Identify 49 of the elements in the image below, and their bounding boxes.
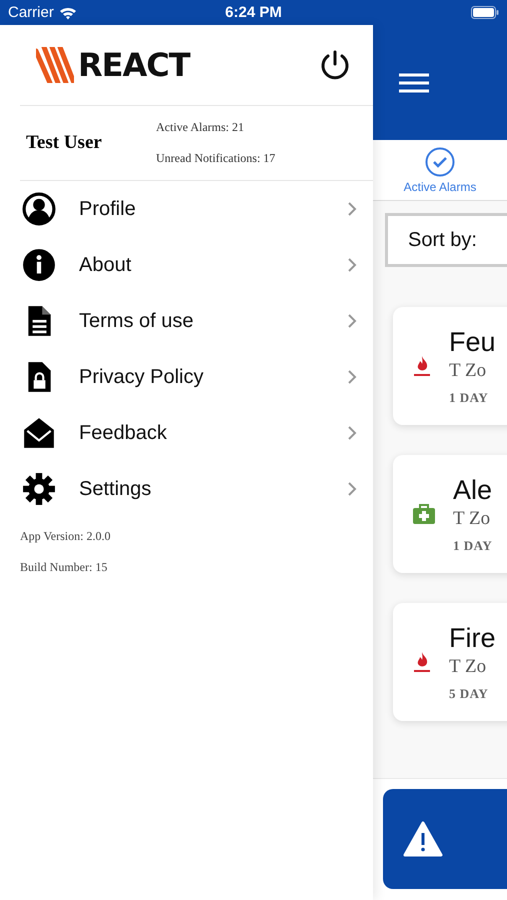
unread-notifications-count: Unread Notifications: 17	[156, 151, 276, 166]
check-circle-icon	[425, 146, 455, 176]
flame-icon	[413, 651, 431, 673]
carrier-label: Carrier	[8, 4, 54, 21]
build-number: Build Number: 15	[19, 560, 108, 575]
tab[interactable]: Active Alarms	[373, 140, 507, 200]
envelope-icon	[22, 416, 56, 450]
alarm-card[interactable]: Feu T Zo 1 DAY	[393, 307, 507, 425]
menu-item[interactable]: About	[0, 237, 373, 293]
user-name: Test User	[25, 132, 103, 154]
alarm-age: 1 DAY	[453, 538, 492, 554]
gear-icon	[22, 472, 56, 506]
menu-item[interactable]: Terms of use	[0, 293, 373, 349]
alarm-title: Feu	[449, 326, 496, 358]
wifi-icon	[58, 6, 77, 20]
info-icon	[22, 248, 56, 282]
warning-icon	[403, 821, 443, 857]
alert-button[interactable]	[383, 789, 507, 889]
app-logo: REACT	[78, 46, 190, 84]
alarm-card[interactable]: Fire T Zo 5 DAY	[393, 603, 507, 721]
menu-item[interactable]: Settings	[0, 461, 373, 517]
menu-item[interactable]: Feedback	[0, 405, 373, 461]
alarm-title: Fire	[449, 622, 496, 654]
app-version: App Version: 2.0.0	[19, 529, 112, 544]
clock: 6:24 PM	[225, 4, 282, 21]
alarm-zone: T Zo	[449, 656, 488, 678]
power-icon[interactable]	[319, 49, 351, 81]
alarm-age: 1 DAY	[449, 390, 490, 406]
chevron-icon	[347, 369, 357, 385]
alarm-card[interactable]: Ale T Zo 1 DAY	[393, 455, 507, 573]
flame-icon	[413, 355, 431, 377]
alarm-age: 5 DAY	[449, 686, 490, 702]
active-alarms-count: Active Alarms: 21	[156, 120, 245, 135]
alarm-title: Ale	[453, 474, 492, 506]
chevron-icon	[347, 481, 357, 497]
chevron-icon	[347, 257, 357, 273]
medical-kit-icon	[413, 504, 435, 524]
battery-icon	[471, 6, 499, 19]
chevron-icon	[347, 425, 357, 441]
menu-item[interactable]: Privacy Policy	[0, 349, 373, 405]
chevron-icon	[347, 313, 357, 329]
sort-dropdown[interactable]: Sort by:	[385, 213, 507, 267]
menu-icon[interactable]	[399, 72, 429, 92]
person-icon	[22, 192, 56, 226]
alarm-zone: T Zo	[449, 360, 488, 382]
alarm-zone: T Zo	[453, 508, 492, 530]
menu-item[interactable]: Profile	[0, 181, 373, 237]
chevron-icon	[347, 201, 357, 217]
stripes-logo-icon	[36, 47, 74, 83]
